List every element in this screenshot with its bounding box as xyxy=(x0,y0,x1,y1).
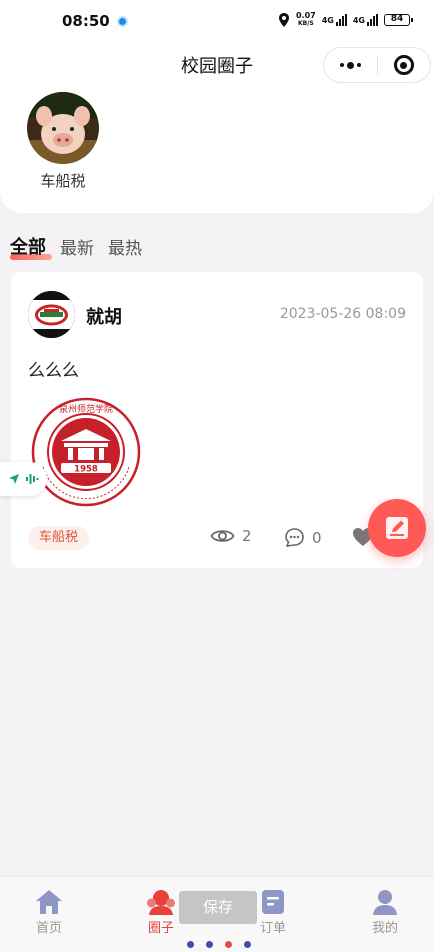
order-icon xyxy=(262,890,284,914)
network-gen-2: 4G xyxy=(352,15,365,25)
compose-post-button[interactable] xyxy=(368,499,426,557)
circle-name: 车船税 xyxy=(40,172,86,190)
circle-item[interactable]: 车船税 xyxy=(22,92,104,191)
post-tag[interactable]: 车船税 xyxy=(28,526,90,550)
battery-icon: 84 xyxy=(384,14,413,26)
target-icon xyxy=(393,55,414,75)
page-dot xyxy=(206,941,213,948)
pig-photo-icon xyxy=(27,92,99,164)
logo-school-name: 泉州师范学院 xyxy=(59,403,113,415)
comment-count[interactable]: 0 xyxy=(284,527,322,548)
signal-icon-2 xyxy=(367,14,378,26)
nav-home-label: 首页 xyxy=(35,921,62,936)
network-gen-1: 4G xyxy=(321,15,334,25)
page-dot xyxy=(244,941,251,948)
status-right: 0.07 KB/S 4G 4G 84 xyxy=(278,11,413,28)
logo-year: 1958 xyxy=(74,465,98,475)
save-button[interactable]: 保存 xyxy=(179,891,257,924)
nav-me[interactable]: 我的 xyxy=(350,887,420,936)
post-content: 么么么 xyxy=(28,361,79,381)
author-avatar-image-icon xyxy=(28,291,75,338)
home-icon xyxy=(36,890,62,914)
comment-count-value: 0 xyxy=(312,528,322,547)
view-count-value: 2 xyxy=(242,527,252,545)
status-app-dot-icon xyxy=(117,16,128,27)
signal-icon xyxy=(335,14,347,26)
tab-all[interactable]: 全部 xyxy=(10,233,52,260)
network-speed: 0.07 KB/S xyxy=(295,11,316,28)
voice-assistant-float[interactable] xyxy=(0,462,47,496)
nav-me-label: 我的 xyxy=(371,921,398,936)
post-author[interactable]: 就胡 xyxy=(86,303,122,329)
tab-hottest[interactable]: 最热 xyxy=(108,234,142,259)
post-image[interactable]: 1958 泉州师范学院 xyxy=(31,397,141,507)
comment-icon xyxy=(285,528,304,547)
page-dot xyxy=(187,941,194,948)
top-panel: 08:50 0.07 KB/S 4G 4G 84 校园圈子 车船税 xyxy=(0,0,434,213)
circle-avatar xyxy=(27,92,99,164)
more-dots-icon xyxy=(339,63,344,67)
nav-home[interactable]: 首页 xyxy=(14,887,84,936)
page-indicator xyxy=(187,941,251,948)
university-logo-icon: 1958 泉州师范学院 xyxy=(31,397,141,507)
view-count: 2 xyxy=(210,527,252,545)
group-icon xyxy=(147,890,175,915)
post-timestamp: 2023-05-26 08:09 xyxy=(279,306,406,322)
page-dot-active xyxy=(225,941,232,948)
author-avatar[interactable] xyxy=(28,291,75,338)
close-mini-program-button[interactable] xyxy=(377,47,430,83)
eye-icon xyxy=(210,530,235,542)
navigation-arrow-icon xyxy=(9,474,19,484)
status-bar: 08:50 0.07 KB/S 4G 4G 84 xyxy=(0,0,434,44)
user-icon xyxy=(373,890,397,915)
sound-wave-icon xyxy=(26,474,39,484)
tab-latest[interactable]: 最新 xyxy=(60,234,94,259)
status-time: 08:50 xyxy=(62,12,110,30)
edit-icon xyxy=(386,517,408,539)
post-card[interactable]: 就胡 2023-05-26 08:09 么么么 1958 泉州师范学院 车船税 … xyxy=(11,272,423,568)
location-icon xyxy=(278,13,289,27)
more-menu-button[interactable] xyxy=(324,47,377,83)
feed-tabs: 全部 最新 最热 xyxy=(10,233,142,260)
mini-program-capsule xyxy=(323,47,431,83)
